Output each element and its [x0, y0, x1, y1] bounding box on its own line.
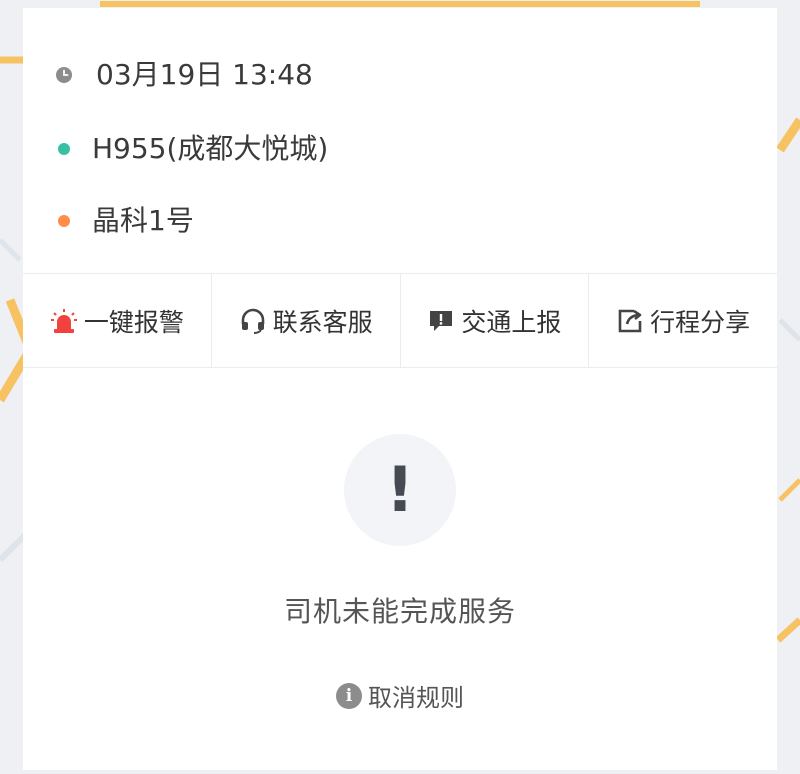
headset-icon [239, 307, 267, 335]
traffic-report-button[interactable]: 交通上报 [401, 274, 590, 367]
trip-time: 03月19日 13:48 [96, 58, 313, 91]
contact-support-label: 联系客服 [272, 307, 373, 337]
clock-icon [56, 67, 72, 83]
emergency-alarm-button[interactable]: 一键报警 [23, 274, 212, 367]
share-icon [616, 307, 644, 335]
share-trip-label: 行程分享 [650, 307, 751, 337]
trip-start-location: H955(成都大悦城) [92, 132, 329, 165]
share-trip-button[interactable]: 行程分享 [589, 274, 777, 367]
status-message: 司机未能完成服务 [283, 595, 516, 628]
report-icon [427, 307, 455, 335]
trip-start-row: H955(成都大悦城) [23, 135, 328, 163]
exclamation-icon: ! [344, 434, 456, 546]
alarm-icon [50, 307, 78, 335]
action-bar: 一键报警 联系客服 交通上报 行程分享 [23, 273, 777, 368]
order-status: ! 司机未能完成服务 i 取消规则 [23, 434, 777, 713]
emergency-alarm-label: 一键报警 [83, 307, 184, 337]
contact-support-button[interactable]: 联系客服 [212, 274, 401, 367]
cancel-rules-label: 取消规则 [368, 684, 464, 712]
trip-end-row: 晶科1号 [23, 207, 194, 235]
traffic-report-label: 交通上报 [461, 307, 562, 337]
trip-end-location: 晶科1号 [92, 204, 194, 237]
start-point-icon [56, 141, 72, 157]
trip-info: 03月19日 13:48 H955(成都大悦城) 晶科1号 [23, 8, 777, 272]
trip-time-row: 03月19日 13:48 [23, 61, 313, 89]
end-point-icon [56, 213, 72, 229]
cancel-rules-link[interactable]: i 取消规则 [336, 678, 464, 713]
trip-card: 03月19日 13:48 H955(成都大悦城) 晶科1号 一键报警 联系客服 … [23, 8, 777, 770]
info-icon: i [336, 682, 362, 709]
